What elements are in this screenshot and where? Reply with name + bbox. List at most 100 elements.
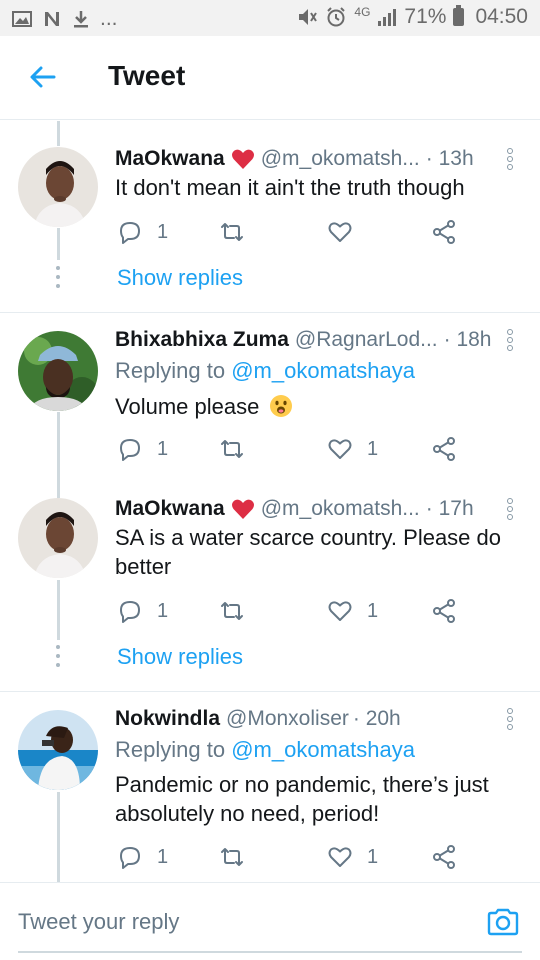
retweet-button[interactable] (219, 217, 259, 247)
reply-button[interactable]: 1 (117, 596, 168, 626)
reply-icon (120, 601, 140, 623)
reply-input[interactable]: Tweet your reply (18, 909, 179, 935)
tweet-actions: 1 1 (115, 842, 475, 872)
retweet-icon (221, 440, 243, 458)
reply-button[interactable]: 1 (117, 434, 168, 464)
tweet-meta: Bhixabhixa Zuma @RagnarLod... · 18h (115, 325, 492, 355)
clock: 04:50 (475, 5, 528, 28)
status-right: 4G 71% 04:50 (296, 4, 528, 30)
retweet-button[interactable] (219, 434, 259, 464)
thread-line (57, 412, 60, 498)
like-count: 1 (367, 845, 379, 868)
retweet-icon (221, 602, 243, 620)
n-icon (45, 12, 59, 26)
network-type: 4G (354, 5, 371, 19)
display-name[interactable]: Bhixabhixa Zuma (115, 325, 289, 355)
reply-button[interactable]: 1 (117, 842, 168, 872)
app-header: Tweet (0, 36, 540, 120)
retweet-button[interactable] (219, 842, 259, 872)
like-button[interactable] (327, 217, 367, 247)
share-icon (433, 845, 455, 869)
mute-icon (299, 9, 318, 25)
heart-icon (328, 222, 352, 242)
input-underline (18, 951, 522, 953)
tweet-text: It don't mean it ain't the truth though (115, 175, 465, 200)
more-options-icon[interactable] (504, 707, 516, 733)
tweet-actions: 1 (115, 217, 475, 247)
replying-to-label: Replying to (115, 737, 226, 762)
tweet-text: Pandemic or no pandemic, there’s just ab… (115, 772, 489, 826)
tweet-time: · 13h (425, 147, 474, 170)
avatar[interactable] (18, 331, 98, 411)
red-heart-emoji-icon (231, 149, 254, 169)
reply-count: 1 (157, 599, 169, 622)
share-button[interactable] (431, 434, 457, 464)
heart-icon (328, 601, 352, 621)
user-handle[interactable]: @Monxoliser (226, 704, 349, 734)
thread-dots-icon (55, 645, 61, 669)
retweet-icon (221, 223, 243, 241)
like-button[interactable]: 1 (327, 596, 378, 626)
user-handle[interactable]: @m_okomatsh... (261, 494, 420, 524)
heart-icon (328, 439, 352, 459)
like-button[interactable]: 1 (327, 842, 378, 872)
tweet-text: Volume please (115, 392, 515, 421)
user-handle[interactable]: @m_okomatsh... (261, 144, 420, 174)
share-button[interactable] (431, 217, 457, 247)
display-name[interactable]: MaOkwana (115, 144, 225, 174)
reply-count: 1 (157, 845, 169, 868)
share-button[interactable] (431, 842, 457, 872)
tweet-text: SA is a water scarce country. Please do … (115, 525, 501, 579)
tweet-meta: MaOkwana @m_okomatsh... · 17h (115, 494, 474, 524)
avatar[interactable] (18, 710, 98, 790)
status-left: ... (12, 6, 118, 32)
tweet-meta: MaOkwana @m_okomatsh... · 13h (115, 144, 474, 174)
thread-dots-icon (55, 266, 61, 290)
reply-count: 1 (157, 220, 169, 243)
mention-link[interactable]: @m_okomatshaya (231, 737, 415, 762)
red-heart-emoji-icon (231, 499, 254, 519)
thread-line (57, 228, 60, 260)
share-button[interactable] (431, 596, 457, 626)
reply-icon (120, 222, 140, 244)
tweet-actions: 1 1 (115, 434, 475, 464)
more-options-icon[interactable] (504, 147, 516, 173)
battery-percent: 71% (404, 5, 447, 28)
share-icon (433, 599, 455, 623)
heart-icon (328, 847, 352, 867)
avatar[interactable] (18, 147, 98, 227)
download-icon (74, 11, 88, 28)
divider (0, 312, 540, 313)
retweet-button[interactable] (219, 596, 259, 626)
tweet-actions: 1 1 (115, 596, 475, 626)
camera-icon[interactable] (486, 907, 520, 937)
mention-link[interactable]: @m_okomatshaya (231, 358, 415, 383)
thread-line (57, 121, 60, 146)
reply-button[interactable]: 1 (117, 217, 168, 247)
like-count: 1 (367, 437, 379, 460)
back-arrow-icon[interactable] (26, 60, 60, 94)
image-icon (12, 11, 32, 27)
display-name[interactable]: MaOkwana (115, 494, 225, 524)
replying-to-label: Replying to (115, 358, 226, 383)
battery-icon (453, 5, 465, 26)
more-options-icon[interactable] (504, 328, 516, 354)
page-title: Tweet (108, 60, 186, 91)
share-icon (433, 437, 455, 461)
user-handle[interactable]: @RagnarLod... (295, 325, 438, 355)
avatar[interactable] (18, 498, 98, 578)
show-replies-link[interactable]: Show replies (117, 642, 243, 672)
like-count: 1 (367, 599, 379, 622)
like-button[interactable]: 1 (327, 434, 378, 464)
tweet-meta: Nokwindla @Monxoliser · 20h (115, 704, 401, 734)
display-name[interactable]: Nokwindla (115, 704, 220, 734)
more-options-icon[interactable] (504, 497, 516, 523)
divider (0, 691, 540, 692)
alarm-icon (327, 7, 346, 27)
reply-icon (120, 847, 140, 869)
show-replies-link[interactable]: Show replies (117, 263, 243, 293)
tweet-time: · 20h (352, 707, 401, 730)
reply-icon (120, 439, 140, 461)
retweet-icon (221, 848, 243, 866)
tweet-time: · 18h (443, 328, 492, 351)
